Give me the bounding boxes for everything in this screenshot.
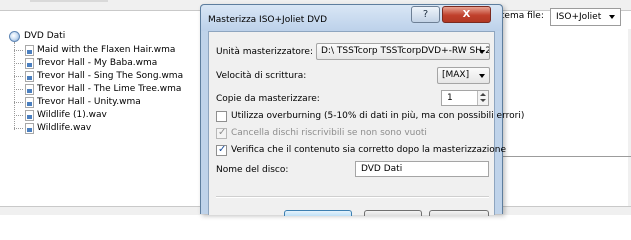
disc-icon — [9, 31, 20, 42]
filesystem-select[interactable]: ISO+Joliet — [550, 8, 621, 26]
drive-select-value: D:\ TSSTcorp TSSTcorpDVD+-RW SH-21 — [321, 46, 490, 56]
tree-item-label: Trevor Hall - The Lime Tree.wma — [37, 84, 182, 94]
tree-item-label: Trevor Hall - Sing The Song.wma — [37, 71, 184, 81]
secondary-action-button[interactable] — [364, 210, 422, 216]
copies-value: 1 — [447, 93, 453, 103]
help-button[interactable]: ? — [411, 6, 440, 23]
dialog-body: Unità masterizzatore: D:\ TSSTcorp TSSTc… — [208, 31, 524, 216]
audio-file-icon — [25, 123, 34, 134]
tree-root-label: DVD Dati — [24, 31, 66, 41]
speed-label: Velocità di scrittura: — [216, 71, 307, 81]
filesystem-select-value: ISO+Joliet — [556, 12, 602, 22]
audio-file-icon — [25, 84, 34, 95]
close-button[interactable]: X — [442, 6, 491, 23]
speed-select-value: [MAX] — [442, 70, 470, 80]
tab-underline — [30, 0, 108, 2]
overburn-label: Utilizza overburning (5-10% di dati in p… — [231, 111, 525, 121]
tree-item-label: Trevor Hall - Unity.wma — [37, 97, 141, 107]
checkbox-box[interactable] — [216, 144, 227, 156]
chevron-down-icon — [609, 15, 615, 19]
cancel-button[interactable] — [429, 210, 489, 216]
stepper-buttons[interactable] — [477, 91, 488, 105]
help-icon: ? — [422, 9, 429, 20]
audio-file-icon — [25, 45, 34, 56]
copies-stepper[interactable]: 1 — [441, 90, 489, 106]
checkbox-box[interactable] — [216, 111, 227, 122]
audio-file-icon — [25, 58, 34, 69]
disc-name-input[interactable]: DVD Dati — [355, 161, 489, 177]
dialog-titlebar[interactable]: Masterizza ISO+Joliet DVD ? X — [201, 5, 502, 31]
tree-connector — [14, 42, 15, 130]
tree-item-label: Trevor Hall - My Baba.wma — [37, 58, 158, 68]
primary-action-button[interactable] — [284, 210, 352, 216]
arrow-up-icon[interactable] — [480, 93, 486, 96]
verify-label: Verifica che il contenuto sia corretto d… — [231, 145, 507, 155]
tree-item-label: Maid with the Flaxen Hair.wma — [37, 45, 176, 55]
dialog-separator — [216, 196, 489, 198]
panel-divider — [482, 156, 631, 157]
copies-label: Copie da masterizzare: — [216, 94, 320, 104]
tree-item-label: Wildlife.wav — [37, 123, 92, 133]
arrow-down-icon[interactable] — [480, 99, 486, 102]
drive-select[interactable]: D:\ TSSTcorp TSSTcorpDVD+-RW SH-21 — [316, 43, 490, 60]
speed-select[interactable]: [MAX] — [437, 67, 490, 84]
burn-dialog: Masterizza ISO+Joliet DVD ? X Unità mast… — [200, 4, 524, 216]
close-icon: X — [462, 9, 471, 20]
audio-file-icon — [25, 97, 34, 108]
disc-name-label: Nome del disco: — [216, 165, 289, 175]
chevron-down-icon — [479, 50, 485, 54]
disc-name-value: DVD Dati — [361, 164, 403, 174]
erase-label: Cancella dischi riscrivibili se non sono… — [231, 128, 427, 138]
dialog-title: Masterizza ISO+Joliet DVD — [208, 15, 327, 25]
checkbox-box — [216, 127, 227, 139]
chevron-down-icon — [479, 74, 485, 78]
audio-file-icon — [25, 110, 34, 121]
drive-label: Unità masterizzatore: — [216, 47, 314, 57]
tree-item-label: Wildlife (1).wav — [37, 110, 107, 120]
audio-file-icon — [25, 71, 34, 82]
